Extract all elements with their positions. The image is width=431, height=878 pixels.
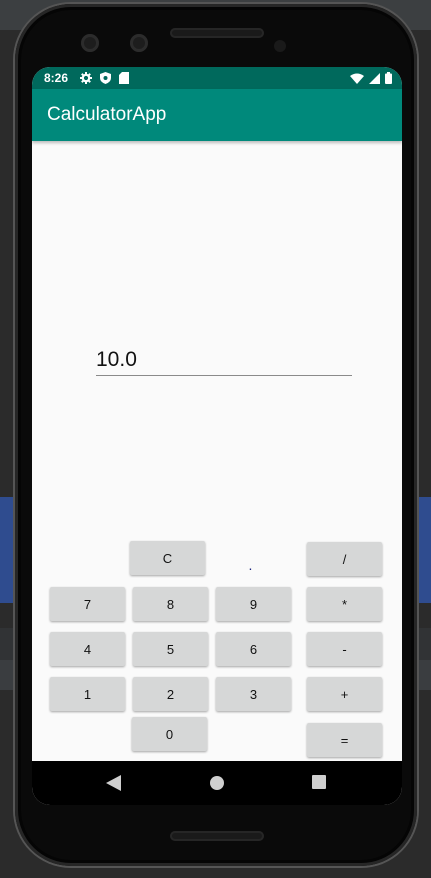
- digit-8-button[interactable]: 8: [133, 587, 208, 621]
- plus-button[interactable]: +: [307, 677, 382, 711]
- wifi-icon: [350, 73, 364, 84]
- device-screen: 8:26 CalculatorApp 10.0 C . / 7 8 9 * 4 …: [32, 67, 402, 805]
- bottom-speaker: [170, 831, 264, 841]
- digit-2-button[interactable]: 2: [133, 677, 208, 711]
- back-icon[interactable]: [106, 775, 121, 791]
- status-bar: 8:26: [32, 67, 402, 89]
- front-camera-icon: [81, 34, 99, 52]
- digit-7-button[interactable]: 7: [50, 587, 125, 621]
- digit-6-button[interactable]: 6: [216, 632, 291, 666]
- digit-4-button[interactable]: 4: [50, 632, 125, 666]
- earpiece-speaker: [170, 28, 264, 38]
- app-bar: CalculatorApp: [32, 89, 402, 141]
- divide-button[interactable]: /: [307, 542, 382, 576]
- multiply-button[interactable]: *: [307, 587, 382, 621]
- equals-button[interactable]: =: [307, 723, 382, 757]
- status-time: 8:26: [44, 71, 69, 85]
- digit-0-button[interactable]: 0: [132, 717, 207, 751]
- shield-icon: [100, 72, 112, 84]
- front-sensor-icon: [130, 34, 148, 52]
- digit-9-button[interactable]: 9: [216, 587, 291, 621]
- calculator-content: 10.0 C . / 7 8 9 * 4 5 6 - 1 2 3 + 0 =: [32, 141, 402, 761]
- decimal-point-button[interactable]: .: [213, 548, 288, 582]
- digit-5-button[interactable]: 5: [133, 632, 208, 666]
- signal-icon: [369, 72, 380, 84]
- result-display[interactable]: 10.0: [96, 349, 352, 376]
- battery-icon: [385, 72, 392, 84]
- minus-button[interactable]: -: [307, 632, 382, 666]
- clear-button[interactable]: C: [130, 541, 205, 575]
- digit-3-button[interactable]: 3: [216, 677, 291, 711]
- home-icon[interactable]: [209, 775, 225, 791]
- digit-1-button[interactable]: 1: [50, 677, 125, 711]
- proximity-sensor-icon: [274, 40, 286, 52]
- settings-icon: [80, 72, 93, 84]
- app-title: CalculatorApp: [47, 104, 167, 125]
- recents-icon[interactable]: [312, 775, 326, 789]
- sd-card-icon: [119, 72, 130, 84]
- navigation-bar: [32, 761, 402, 805]
